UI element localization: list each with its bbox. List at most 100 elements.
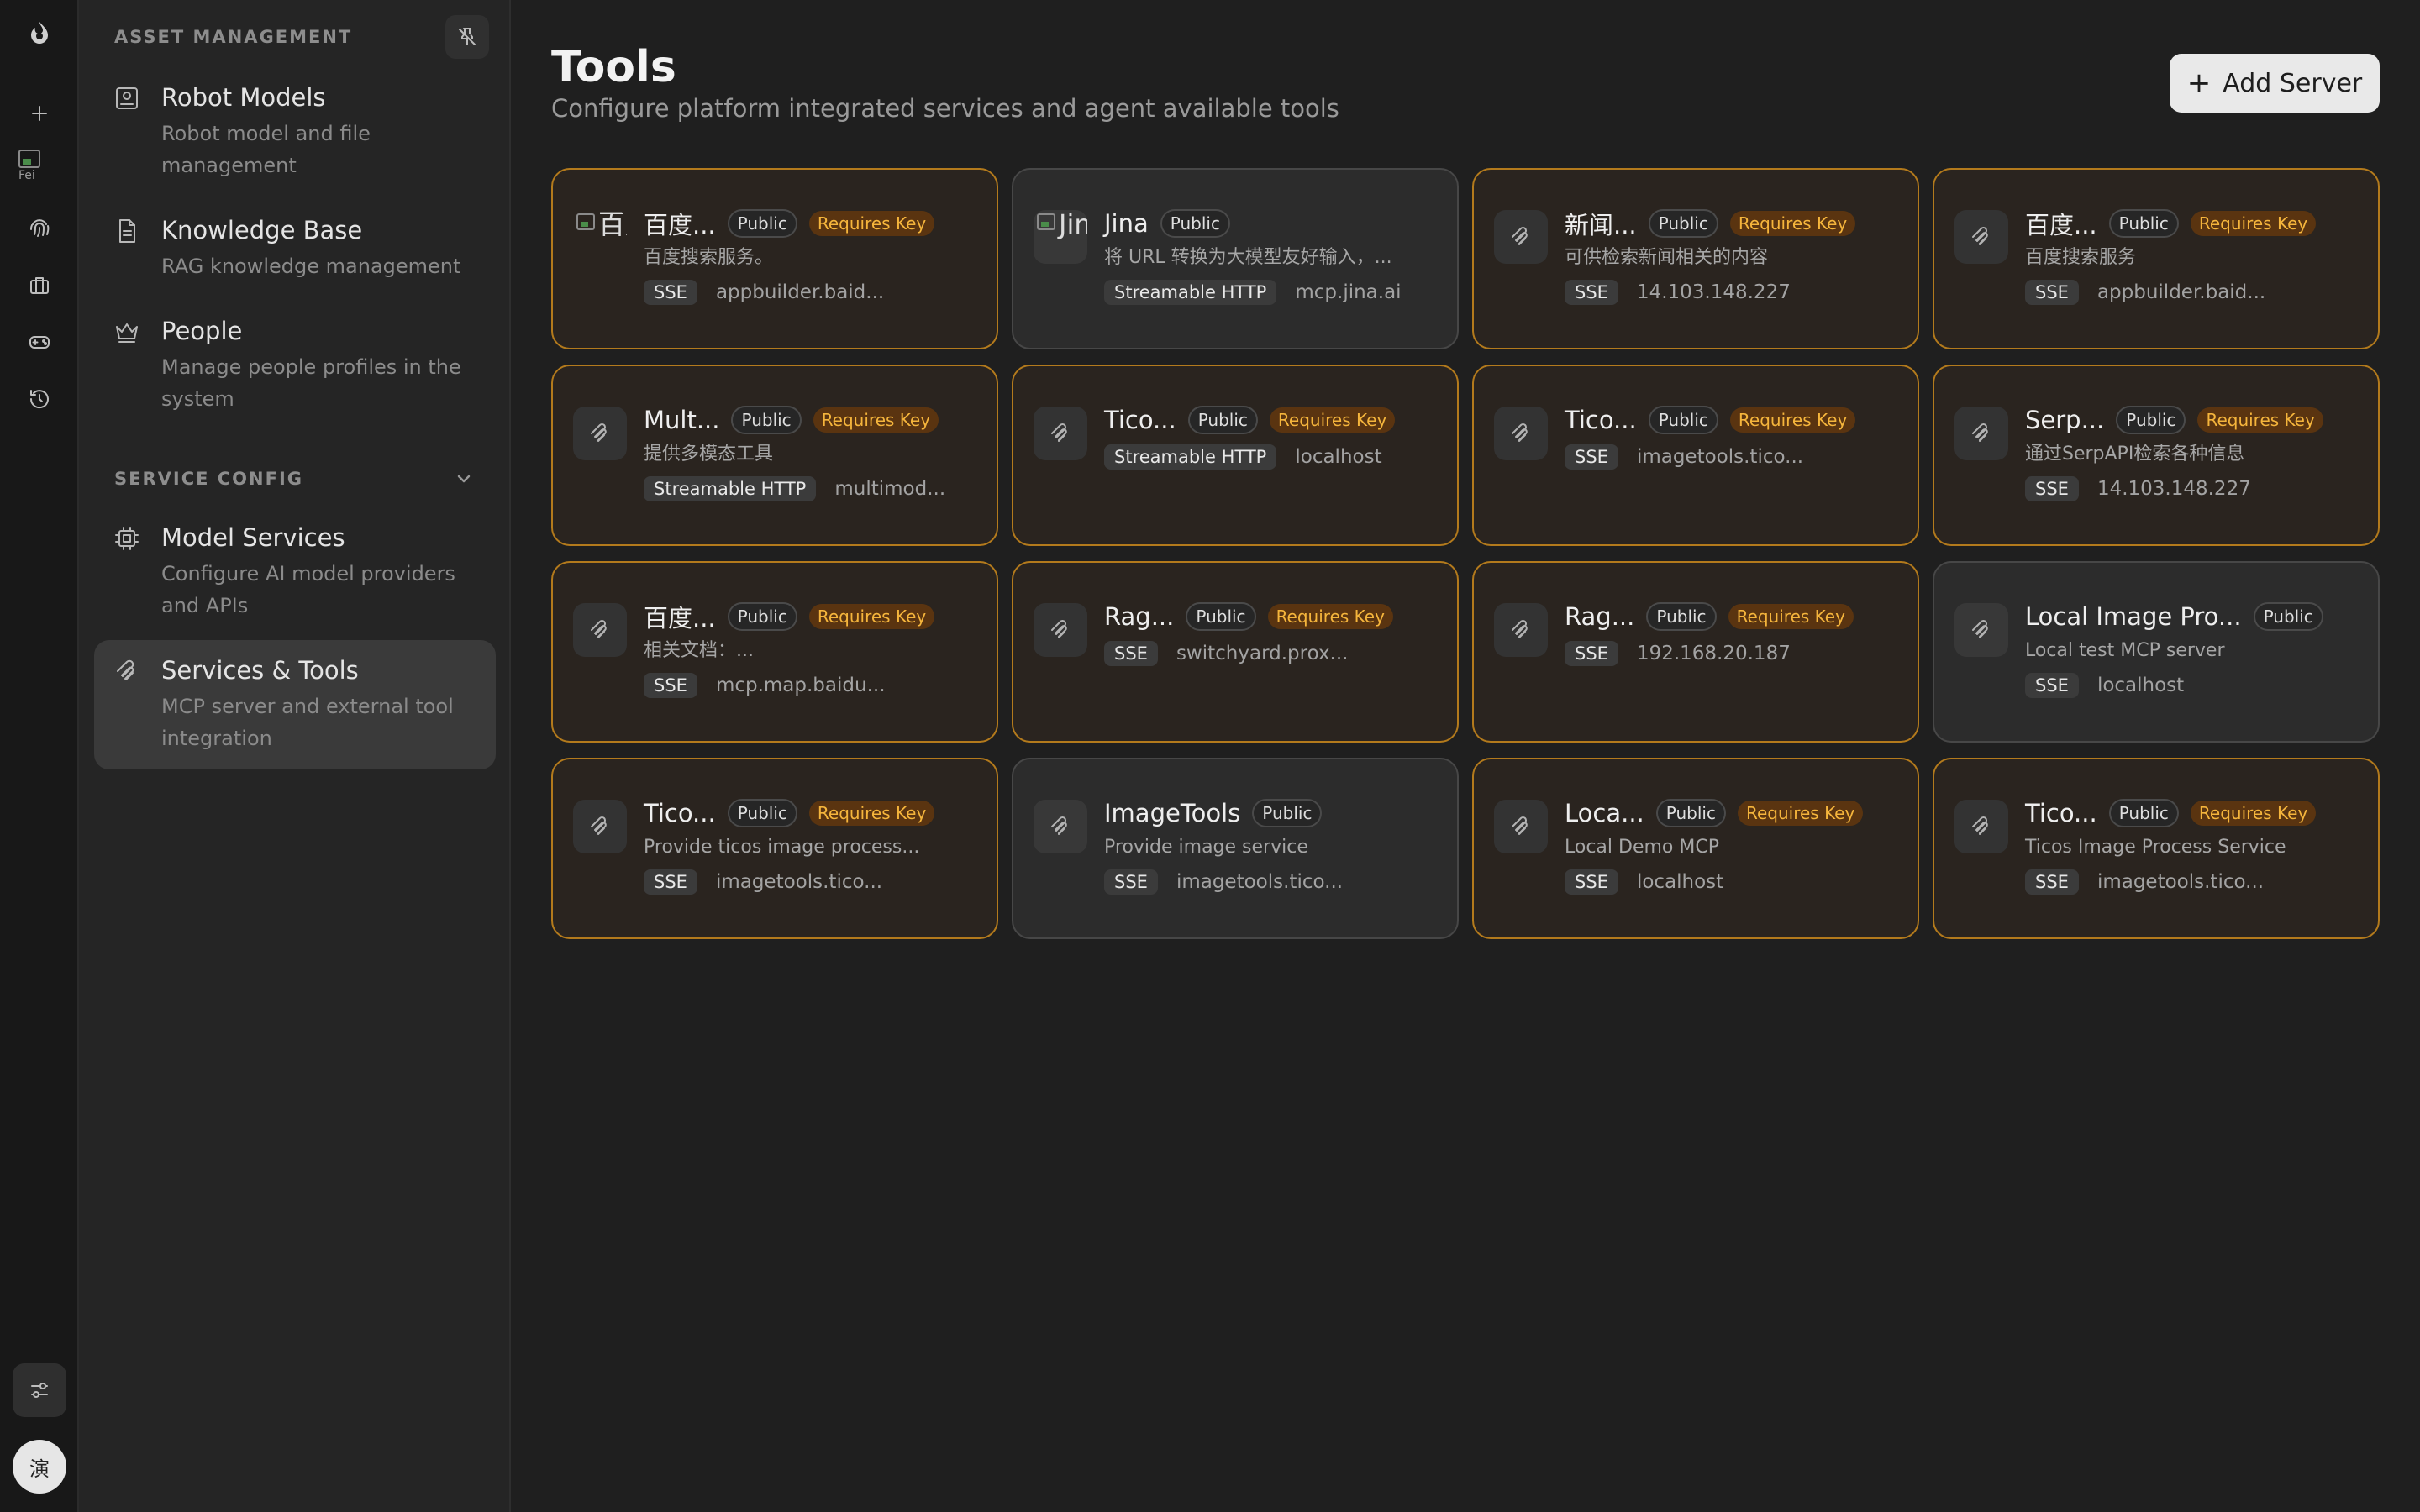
tool-card[interactable]: Tico... Public Requires Key SSE imagetoo… (1472, 365, 1919, 546)
mcp-server-icon (1494, 603, 1548, 657)
public-badge: Public (1655, 799, 1726, 827)
server-host: 14.103.148.227 (2096, 478, 2251, 500)
requires-key-badge: Requires Key (2190, 801, 2317, 826)
tool-name: 新闻... (1565, 211, 1637, 239)
settings-sliders-icon[interactable] (13, 1363, 66, 1417)
requires-key-badge: Requires Key (813, 407, 939, 433)
new-chat-icon[interactable] (13, 87, 66, 140)
tool-name: Serp... (2025, 406, 2105, 434)
crown-icon (113, 318, 143, 348)
protocol-badge: Streamable HTTP (1104, 280, 1277, 305)
server-host: multimod... (834, 478, 946, 500)
tool-card[interactable]: 百度... Public Requires Key 相关文档：... SSE m… (551, 561, 998, 743)
tool-card[interactable]: Mult... Public Requires Key 提供多模态工具 Stre… (551, 365, 998, 546)
fingerprint-icon[interactable] (13, 201, 66, 255)
public-badge: Public (1187, 406, 1258, 434)
protocol-badge: SSE (2025, 476, 2079, 501)
tool-card[interactable]: Tico... Public Requires Key Streamable H… (1012, 365, 1459, 546)
history-icon[interactable] (13, 372, 66, 426)
add-server-button[interactable]: + Add Server (2170, 54, 2380, 113)
tool-name: Local Image Pro... (2025, 602, 2242, 631)
protocol-badge: SSE (1104, 869, 1158, 895)
tool-description: 相关文档：... (644, 640, 754, 661)
protocol-badge: SSE (644, 673, 697, 698)
requires-key-badge: Requires Key (808, 604, 935, 629)
sidebar-item-people[interactable]: People Manage people profiles in the sys… (94, 301, 496, 430)
tool-card[interactable]: Jina Jina Public 将 URL 转换为大模型友好输入，... St… (1012, 168, 1459, 349)
public-badge: Public (2116, 406, 2186, 434)
tool-name: Tico... (2025, 799, 2097, 827)
tool-card[interactable]: Loca... Public Requires Key Local Demo M… (1472, 758, 1919, 939)
tool-name: ImageTools (1104, 799, 1241, 827)
public-badge: Public (727, 209, 797, 238)
tool-card[interactable]: Rag... Public Requires Key SSE switchyar… (1012, 561, 1459, 743)
tool-name: 百度... (644, 604, 716, 633)
tool-card[interactable]: Tico... Public Requires Key Ticos Image … (1933, 758, 2380, 939)
protocol-badge: SSE (1565, 280, 1618, 305)
requires-key-badge: Requires Key (1737, 801, 1864, 826)
asset-management-heading: ASSET MANAGEMENT (114, 27, 353, 47)
protocol-badge: SSE (1104, 641, 1158, 666)
service-config-heading: SERVICE CONFIG (114, 469, 304, 489)
unpin-sidebar-button[interactable] (445, 15, 489, 59)
public-badge: Public (727, 602, 797, 631)
sidebar-item-model-services[interactable]: Model Services Configure AI model provid… (94, 507, 496, 637)
server-host: appbuilder.baid... (2096, 281, 2266, 303)
mcp-server-icon (1954, 210, 2008, 264)
public-badge: Public (2108, 799, 2179, 827)
chevron-down-icon[interactable] (452, 467, 476, 491)
server-host: appbuilder.baid... (715, 281, 885, 303)
user-avatar[interactable]: 演 (13, 1440, 66, 1494)
briefcase-icon[interactable] (13, 258, 66, 312)
public-badge: Public (1648, 209, 1718, 238)
sidebar-item-services-tools[interactable]: Services & Tools MCP server and external… (94, 640, 496, 769)
mcp-server-icon (1954, 800, 2008, 853)
tool-name: Rag... (1565, 602, 1635, 631)
tool-card[interactable]: ImageTools Public Provide image service … (1012, 758, 1459, 939)
requires-key-badge: Requires Key (1729, 211, 1856, 236)
tool-card[interactable]: Tico... Public Requires Key Provide tico… (551, 758, 998, 939)
protocol-badge: SSE (644, 280, 697, 305)
tool-description: 将 URL 转换为大模型友好输入，... (1104, 247, 1392, 268)
broken-image-icon[interactable]: Fei (18, 150, 57, 188)
protocol-badge: Streamable HTTP (1104, 444, 1277, 470)
protocol-badge: SSE (644, 869, 697, 895)
tool-description: Provide image service (1104, 837, 1308, 858)
sidebar-item-knowledge-base[interactable]: Knowledge Base RAG knowledge management (94, 200, 496, 297)
requires-key-badge: Requires Key (1269, 407, 1396, 433)
server-host: localhost (2096, 675, 2185, 696)
tool-card[interactable]: 百度 百度... Public Requires Key 百度搜索服务。 SSE… (551, 168, 998, 349)
gamepad-icon[interactable] (13, 315, 66, 369)
sidebar: ASSET MANAGEMENT Robot Models Robot mode… (79, 0, 511, 1512)
tool-card[interactable]: Rag... Public Requires Key SSE 192.168.2… (1472, 561, 1919, 743)
tool-description: 提供多模态工具 (644, 444, 774, 465)
main-content: Tools Configure platform integrated serv… (511, 0, 2420, 1512)
server-host: localhost (1295, 446, 1382, 468)
tool-card[interactable]: 新闻... Public Requires Key 可供检索新闻相关的内容 SS… (1472, 168, 1919, 349)
mcp-server-icon (1494, 210, 1548, 264)
requires-key-badge: Requires Key (2190, 211, 2317, 236)
page-title: Tools (551, 42, 676, 92)
mcp-server-icon (1954, 407, 2008, 460)
app-logo-icon[interactable] (13, 7, 66, 60)
server-host: imagetools.tico... (2096, 871, 2265, 893)
tool-card[interactable]: 百度... Public Requires Key 百度搜索服务 SSE app… (1933, 168, 2380, 349)
public-badge: Public (1160, 209, 1230, 238)
page-subtitle: Configure platform integrated services a… (551, 94, 1339, 123)
tool-description: Ticos Image Process Service (2025, 837, 2286, 858)
tool-name: Rag... (1104, 602, 1175, 631)
tool-description: Local test MCP server (2025, 640, 2225, 661)
requires-key-badge: Requires Key (1267, 604, 1393, 629)
mcp-server-icon (1494, 800, 1548, 853)
pin-off-icon (459, 28, 476, 45)
public-badge: Public (1252, 799, 1323, 827)
public-badge: Public (2253, 602, 2323, 631)
sidebar-item-robot-models[interactable]: Robot Models Robot model and file manage… (94, 67, 496, 197)
tool-card[interactable]: Local Image Pro... Public Local test MCP… (1933, 561, 2380, 743)
cpu-chip-icon (113, 524, 143, 554)
tool-card[interactable]: Serp... Public Requires Key 通过SerpAPI检索各… (1933, 365, 2380, 546)
requires-key-badge: Requires Key (1729, 407, 1856, 433)
protocol-badge: SSE (2025, 673, 2079, 698)
tool-name: Tico... (1565, 406, 1637, 434)
public-badge: Public (1648, 406, 1718, 434)
